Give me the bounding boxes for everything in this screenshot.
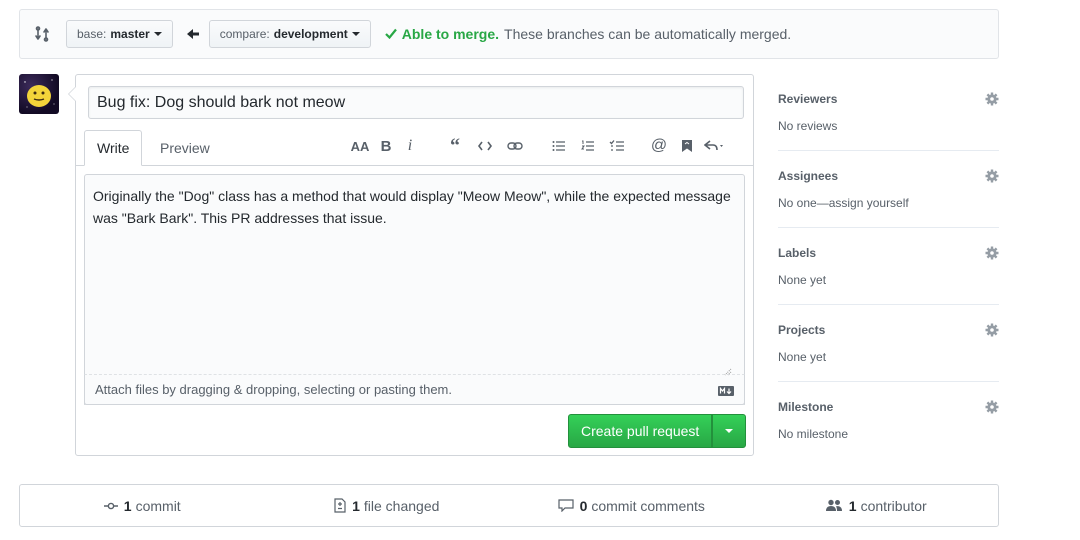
markdown-toolbar: AA B i “ @ (346, 133, 730, 159)
summary-commits[interactable]: 1 commit (20, 498, 265, 514)
tab-write-label: Write (97, 140, 130, 156)
compare-bar: base: master compare: development Able t… (19, 9, 999, 59)
gear-icon[interactable] (985, 323, 999, 337)
comment-icon (557, 499, 574, 512)
sidebar-title-reviewers: Reviewers (778, 92, 838, 106)
commits-label: commit (135, 497, 181, 514)
saved-reply-icon[interactable] (674, 133, 700, 159)
merge-status: Able to merge. These branches can be aut… (384, 26, 792, 42)
base-branch-name: master (110, 27, 150, 41)
compare-branch-name: development (273, 27, 348, 41)
chevron-down-icon (351, 32, 360, 36)
check-icon (384, 26, 397, 42)
sidebar-value-reviewers: No reviews (778, 119, 838, 133)
sidebar-title-assignees: Assignees (778, 169, 839, 183)
sidebar-section-labels: Labels None yet (778, 228, 999, 305)
base-branch-select[interactable]: base: master (66, 20, 173, 48)
sidebar-section-reviewers: Reviewers No reviews (778, 74, 999, 151)
link-icon[interactable] (500, 133, 530, 159)
task-list-icon[interactable] (602, 133, 632, 159)
chevron-down-icon (153, 32, 162, 36)
comments-count: 0 (579, 497, 588, 514)
avatar (19, 74, 59, 114)
reply-icon[interactable] (700, 133, 730, 159)
bullet-list-icon[interactable] (544, 133, 574, 159)
tab-preview-label: Preview (160, 140, 210, 156)
italic-icon[interactable]: i (398, 133, 422, 159)
contributors-count: 1 (848, 497, 857, 514)
sidebar-title-milestone: Milestone (778, 400, 834, 414)
pr-title-input[interactable] (88, 86, 744, 119)
attach-files-label: Attach files by dragging & dropping, sel… (95, 382, 452, 397)
people-icon (825, 499, 842, 511)
chevron-down-icon (725, 429, 734, 433)
create-pull-request-button[interactable]: Create pull request (568, 414, 713, 448)
create-options-dropdown[interactable] (712, 414, 747, 448)
summary-comments[interactable]: 0 commit comments (509, 498, 754, 514)
pr-body-textarea[interactable]: Originally the "Dog" class has a method … (84, 174, 745, 405)
merge-status-description: These branches can be automatically merg… (504, 26, 792, 42)
files-count: 1 (352, 497, 360, 514)
gear-icon[interactable] (985, 400, 999, 414)
summary-files[interactable]: 1 file changed (265, 498, 510, 514)
sidebar-value-labels: None yet (778, 273, 827, 287)
pull-request-form: Write Preview AA B i “ @ (68, 74, 754, 456)
comments-label: commit comments (591, 497, 705, 514)
sidebar: Reviewers No reviews Assignees No one—as… (778, 74, 999, 459)
gear-icon[interactable] (985, 246, 999, 260)
attach-files-area[interactable]: Attach files by dragging & dropping, sel… (84, 374, 745, 405)
base-label: base: (77, 27, 107, 41)
sidebar-section-projects: Projects None yet (778, 305, 999, 382)
file-diff-icon (334, 498, 346, 513)
mention-icon[interactable]: @ (644, 133, 674, 159)
tab-preview[interactable]: Preview (148, 130, 222, 166)
sidebar-title-projects: Projects (778, 323, 826, 337)
commit-icon (103, 502, 118, 509)
merge-status-title: Able to merge. (401, 26, 500, 42)
gear-icon[interactable] (985, 169, 999, 183)
arrow-left-icon (186, 29, 199, 39)
contributors-label: contributor (860, 497, 927, 514)
gear-icon[interactable] (985, 92, 999, 106)
sidebar-value-projects: None yet (778, 350, 827, 364)
numbered-list-icon[interactable] (574, 133, 602, 159)
compare-label: compare: (219, 27, 270, 41)
sidebar-value-assignees[interactable]: No one—assign yourself (778, 196, 999, 210)
files-label: file changed (363, 497, 440, 514)
compare-icon (34, 25, 52, 43)
summary-contributors[interactable]: 1 contributor (754, 498, 999, 514)
compare-summary: 1 commit 1 file changed 0 commit comment… (19, 484, 999, 527)
code-icon[interactable] (470, 133, 500, 159)
bold-icon[interactable]: B (374, 133, 398, 159)
quote-icon[interactable]: “ (440, 133, 470, 159)
create-pr-group: Create pull request (568, 414, 747, 448)
compare-branch-select[interactable]: compare: development (208, 20, 371, 48)
commits-count: 1 (123, 497, 132, 514)
header-icon[interactable]: AA (346, 133, 374, 159)
sidebar-section-milestone: Milestone No milestone (778, 382, 999, 459)
sidebar-title-labels: Labels (778, 246, 817, 260)
tab-write[interactable]: Write (84, 130, 143, 166)
tabs-divider (76, 165, 753, 166)
sidebar-section-assignees: Assignees No one—assign yourself (778, 151, 999, 228)
sidebar-value-milestone: No milestone (778, 427, 849, 441)
